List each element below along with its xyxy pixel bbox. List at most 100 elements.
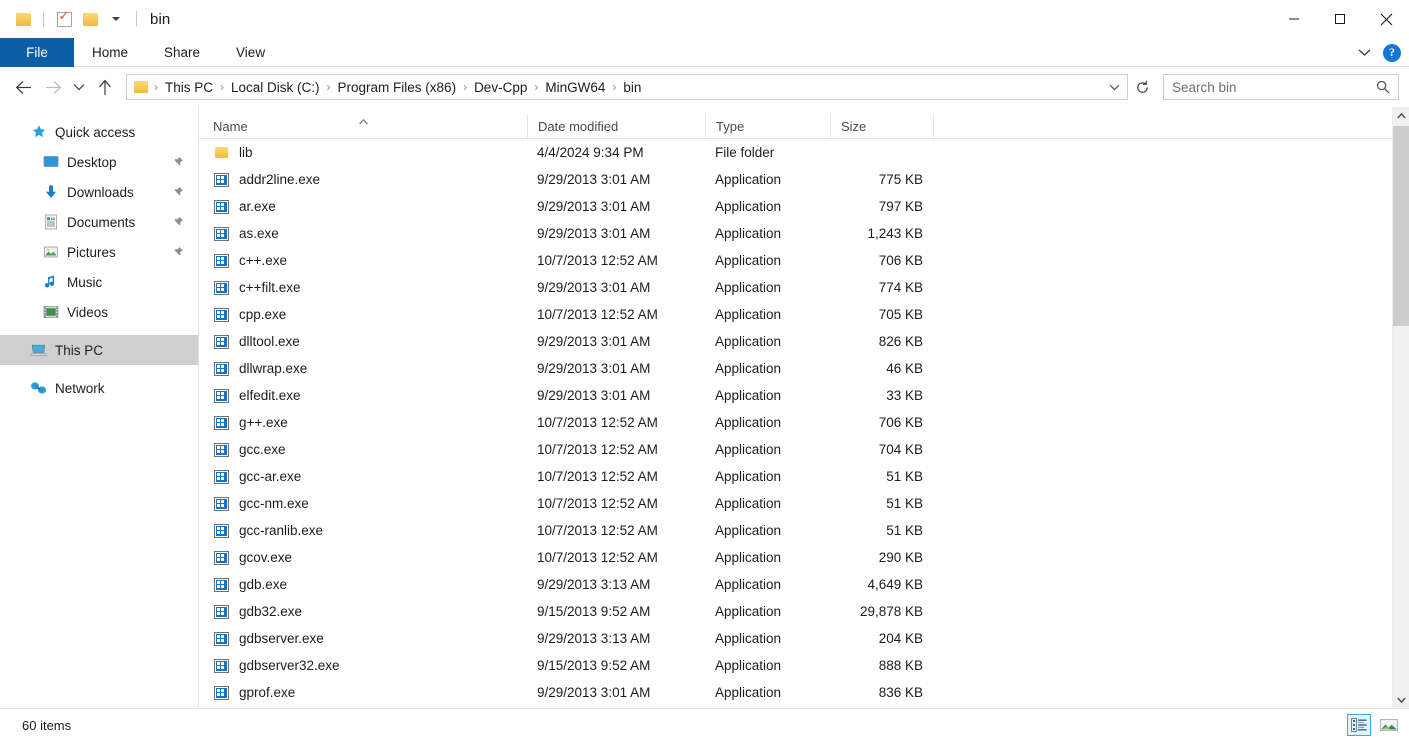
application-icon-wrap — [213, 280, 229, 296]
sidebar-item-desktop[interactable]: Desktop — [0, 147, 198, 177]
application-icon — [213, 199, 229, 214]
expand-ribbon-button[interactable] — [1353, 42, 1375, 64]
ribbon-tab-bar: File Home Share View ? — [0, 38, 1409, 67]
table-row[interactable]: as.exe 9/29/2013 3:01 AM Application 1,243 … — [199, 220, 1392, 247]
cell-size: 4,649 KB — [867, 577, 923, 592]
application-icon-wrap — [213, 307, 229, 323]
table-row[interactable]: gdb32.exe 9/15/2013 9:52 AM Application 29,… — [199, 598, 1392, 625]
arrow-right-icon — [45, 80, 61, 94]
table-row[interactable]: gdbserver.exe 9/29/2013 3:13 AM Applicatio… — [199, 625, 1392, 652]
table-row[interactable]: gdbserver32.exe 9/15/2013 9:52 AM Applicat… — [199, 652, 1392, 679]
up-button[interactable] — [90, 72, 120, 102]
breadcrumb-separator-1[interactable]: › — [217, 80, 227, 94]
application-icon — [213, 388, 229, 403]
arrow-left-icon — [15, 80, 31, 94]
table-row[interactable]: addr2line.exe 9/29/2013 3:01 AM Applicatio… — [199, 166, 1392, 193]
sidebar-item-documents[interactable]: Documents — [0, 207, 198, 237]
sidebar-item-videos[interactable]: Videos — [0, 297, 198, 327]
sidebar-item-network[interactable]: Network — [0, 373, 198, 403]
help-button[interactable]: ? — [1383, 43, 1401, 62]
column-header-size[interactable]: Size — [830, 115, 933, 138]
maximize-button[interactable] — [1317, 0, 1363, 38]
table-row[interactable]: gdb.exe 9/29/2013 3:13 AM Application 4,649… — [199, 571, 1392, 598]
sort-ascending-icon — [359, 119, 368, 125]
vertical-scrollbar[interactable] — [1392, 107, 1409, 708]
cell-name: dllwrap.exe — [199, 361, 527, 377]
table-row[interactable]: c++.exe 10/7/2013 12:52 AM Application 706 … — [199, 247, 1392, 274]
back-button[interactable] — [8, 72, 38, 102]
breadcrumb-dropdown-button[interactable] — [1101, 75, 1127, 99]
sidebar-label: Desktop — [67, 154, 117, 170]
column-header-type[interactable]: Type — [705, 115, 830, 138]
table-row[interactable]: dllwrap.exe 9/29/2013 3:01 AM Application 4… — [199, 355, 1392, 382]
table-row[interactable]: lib 4/4/2024 9:34 PM File folder — [199, 139, 1392, 166]
qat-new-folder-button[interactable] — [77, 6, 103, 32]
breadcrumb-item-this-pc[interactable]: This PC — [161, 80, 217, 95]
sidebar-item-pictures[interactable]: Pictures — [0, 237, 198, 267]
breadcrumb-separator-2[interactable]: › — [324, 80, 334, 94]
table-row[interactable]: c++filt.exe 9/29/2013 3:01 AM Application 7… — [199, 274, 1392, 301]
file-name-label: gcc.exe — [239, 442, 286, 457]
search-box[interactable] — [1163, 74, 1399, 100]
cell-type: Application — [715, 442, 782, 457]
refresh-icon — [1136, 80, 1148, 93]
scrollbar-thumb[interactable] — [1393, 126, 1409, 326]
cell-date-modified: 9/29/2013 3:01 AM — [537, 685, 651, 700]
cell-size: 706 KB — [878, 415, 923, 430]
column-header-date-modified[interactable]: Date modified — [527, 115, 705, 138]
recent-locations-button[interactable] — [68, 72, 90, 102]
table-row[interactable]: cpp.exe 10/7/2013 12:52 AM Application 705 … — [199, 301, 1392, 328]
breadcrumb-separator-4[interactable]: › — [531, 80, 541, 94]
table-row[interactable]: dlltool.exe 9/29/2013 3:01 AM Application 8… — [199, 328, 1392, 355]
scroll-down-button[interactable] — [1393, 691, 1409, 708]
file-explorer-window: bin File Home Share View ? — [0, 0, 1409, 741]
details-view-button[interactable] — [1347, 714, 1371, 736]
table-row[interactable]: gcc-ranlib.exe 10/7/2013 12:52 AM Applicat… — [199, 517, 1392, 544]
breadcrumb-item-bin[interactable]: bin — [619, 80, 645, 95]
tab-view[interactable]: View — [218, 38, 283, 67]
breadcrumb-item-local-disk[interactable]: Local Disk (C:) — [227, 80, 324, 95]
table-row[interactable]: gcc.exe 10/7/2013 12:52 AM Application 704 … — [199, 436, 1392, 463]
column-header-name[interactable]: Name — [199, 115, 527, 138]
file-name-label: gcc-ar.exe — [239, 469, 302, 484]
breadcrumb-separator-3[interactable]: › — [460, 80, 470, 94]
tab-file[interactable]: File — [0, 38, 74, 67]
tab-home[interactable]: Home — [74, 38, 146, 67]
breadcrumb-item-program-files[interactable]: Program Files (x86) — [334, 80, 461, 95]
sidebar-item-music[interactable]: Music — [0, 267, 198, 297]
search-icon[interactable] — [1376, 80, 1390, 94]
breadcrumb-separator-5[interactable]: › — [609, 80, 619, 94]
qat-properties-folder-button[interactable] — [10, 6, 36, 32]
table-row[interactable]: gcc-ar.exe 10/7/2013 12:52 AM Application 5… — [199, 463, 1392, 490]
sidebar-item-this-pc[interactable]: This PC — [0, 335, 198, 365]
scroll-up-button[interactable] — [1393, 107, 1409, 124]
table-row[interactable]: gprof.exe 9/29/2013 3:01 AM Application 836… — [199, 679, 1392, 706]
cell-date-modified: 9/29/2013 3:01 AM — [537, 199, 651, 214]
close-button[interactable] — [1363, 0, 1409, 38]
breadcrumb-item-mingw64[interactable]: MinGW64 — [541, 80, 609, 95]
forward-button[interactable] — [38, 72, 68, 102]
table-row[interactable]: elfedit.exe 9/29/2013 3:01 AM Application 3… — [199, 382, 1392, 409]
cell-type: Application — [715, 550, 782, 565]
sidebar-item-downloads[interactable]: Downloads — [0, 177, 198, 207]
cell-type: Application — [715, 469, 782, 484]
table-row[interactable]: g++.exe 10/7/2013 12:52 AM Application 706 … — [199, 409, 1392, 436]
breadcrumb-item-dev-cpp[interactable]: Dev-Cpp — [470, 80, 531, 95]
large-icons-view-button[interactable] — [1377, 714, 1401, 736]
search-input[interactable] — [1172, 79, 1376, 95]
tab-share[interactable]: Share — [146, 38, 218, 67]
table-row[interactable]: gcc-nm.exe 10/7/2013 12:52 AM Application 5… — [199, 490, 1392, 517]
minimize-button[interactable] — [1271, 0, 1317, 38]
application-icon — [213, 172, 229, 187]
qat-properties-button[interactable] — [51, 6, 77, 32]
title-bar: bin — [0, 0, 1409, 38]
table-row[interactable]: ar.exe 9/29/2013 3:01 AM Application 797 KB — [199, 193, 1392, 220]
qat-customize-button[interactable] — [103, 6, 129, 32]
table-row[interactable]: gcov.exe 10/7/2013 12:52 AM Application 290… — [199, 544, 1392, 571]
refresh-button[interactable] — [1129, 74, 1155, 100]
sidebar-item-quick-access[interactable]: Quick access — [0, 117, 198, 147]
cell-size: 204 KB — [878, 631, 923, 646]
cell-date-modified: 9/15/2013 9:52 AM — [537, 604, 651, 619]
breadcrumb-bar[interactable]: › This PC › Local Disk (C:) › Program Fi… — [126, 74, 1128, 100]
scrollbar-track[interactable] — [1393, 124, 1409, 691]
